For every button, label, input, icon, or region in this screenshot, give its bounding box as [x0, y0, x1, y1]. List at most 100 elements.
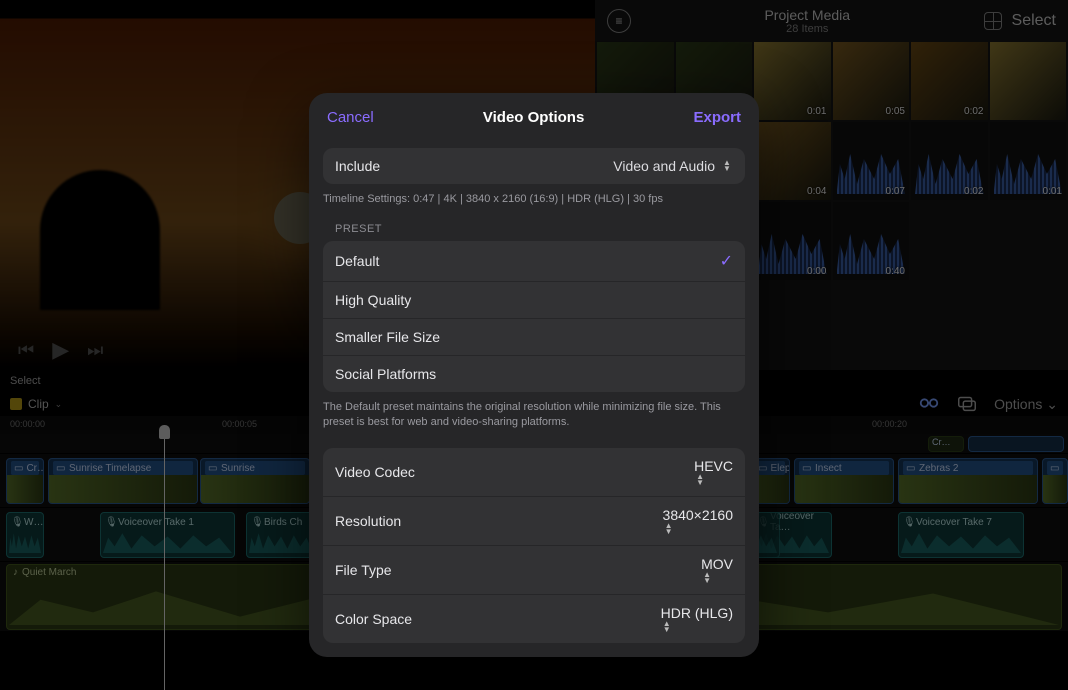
media-thumbnail[interactable]: 0:07: [833, 122, 910, 200]
chevron-updown-icon: [694, 474, 706, 486]
media-thumbnail[interactable]: 0:00: [754, 202, 831, 280]
preset-high-quality[interactable]: High Quality: [323, 282, 745, 319]
preset-label: Social Platforms: [335, 366, 436, 382]
thumb-duration: 0:05: [886, 106, 905, 117]
thumb-duration: 0:01: [807, 106, 826, 117]
mic-icon: 🎙: [251, 517, 261, 527]
video-clip[interactable]: ▭Insect: [794, 458, 894, 504]
select-button[interactable]: Select: [1012, 12, 1056, 30]
setting-label: Video Codec: [335, 464, 415, 480]
timeline-options-button[interactable]: Options ⌄: [994, 396, 1058, 413]
video-icon: ▭: [802, 463, 812, 473]
thumb-duration: 0:04: [807, 186, 826, 197]
video-icon: ▭: [906, 463, 916, 473]
setting-value: 3840×2160: [663, 507, 733, 523]
video-icon: ▭: [208, 463, 218, 473]
setting-label: Color Space: [335, 611, 412, 627]
video-clip[interactable]: ▭Sunrise: [200, 458, 310, 504]
preset-note: The Default preset maintains the origina…: [323, 400, 745, 430]
video-clip[interactable]: ▭: [1042, 458, 1068, 504]
video-clip[interactable]: ▭Zebras 2: [898, 458, 1038, 504]
media-menu-icon[interactable]: ≡: [607, 9, 631, 33]
thumb-duration: 0:01: [1043, 186, 1062, 197]
clip-label: Voiceover Take 1: [118, 517, 194, 528]
mic-icon: 🎙: [105, 517, 115, 527]
chevron-updown-icon: [663, 523, 675, 535]
chevron-updown-icon: [661, 621, 673, 633]
media-thumbnail[interactable]: [990, 42, 1067, 120]
include-value: Video and Audio: [613, 158, 715, 174]
grid-view-icon[interactable]: [984, 12, 1002, 30]
thumb-duration: 0:02: [964, 106, 983, 117]
audio-clip[interactable]: 🎙Birds Ch: [246, 512, 316, 558]
media-thumbnail[interactable]: 0:02: [911, 122, 988, 200]
check-icon: ✓: [720, 251, 733, 271]
clip-label: W…: [24, 517, 43, 528]
timeline-settings-text: Timeline Settings: 0:47 | 4K | 3840 x 21…: [323, 192, 745, 207]
media-thumbnail[interactable]: 0:05: [833, 42, 910, 120]
clip-color-swatch[interactable]: [10, 398, 22, 410]
clip-label: Sunrise: [221, 463, 255, 474]
preset-header: PRESET: [335, 223, 745, 235]
audio-clip[interactable]: 🎙W…: [6, 512, 44, 558]
video-clip[interactable]: ▭Sunrise Timelapse: [48, 458, 198, 504]
setting-label: Resolution: [335, 513, 401, 529]
preset-label: Smaller File Size: [335, 329, 440, 345]
clip-label: Zebras 2: [919, 463, 958, 474]
marker-clip[interactable]: [968, 436, 1064, 452]
video-icon: ▭: [14, 463, 23, 473]
next-frame-button[interactable]: ⏭: [87, 340, 103, 361]
media-thumbnail[interactable]: 0:01: [990, 122, 1067, 200]
setting-value: HDR (HLG): [661, 605, 733, 621]
clip-label: Elephant: [770, 463, 790, 474]
modal-title: Video Options: [483, 109, 584, 126]
cancel-button[interactable]: Cancel: [327, 109, 374, 126]
mic-icon: 🎙: [11, 517, 21, 527]
audio-clip[interactable]: 🎙Voiceover Take 1: [100, 512, 235, 558]
include-label: Include: [335, 158, 380, 174]
setting-video-codec[interactable]: Video CodecHEVC: [323, 448, 745, 497]
clip-label: Insect: [815, 463, 842, 474]
thumb-duration: 0:02: [964, 186, 983, 197]
mic-icon: 🎙: [903, 517, 913, 527]
audio-clip[interactable]: 🎙Voiceover Take 7: [898, 512, 1024, 558]
video-icon: ▭: [1050, 463, 1059, 473]
export-button[interactable]: Export: [693, 109, 741, 126]
clip-label: Sunrise Timelapse: [69, 463, 151, 474]
music-note-icon: ♪: [13, 567, 18, 578]
thumb-duration: 0:40: [886, 266, 905, 277]
clip-label: Birds Ch: [264, 517, 302, 528]
media-thumbnail[interactable]: 0:40: [833, 202, 910, 280]
video-options-modal: Cancel Video Options Export Include Vide…: [309, 93, 759, 657]
setting-label: File Type: [335, 562, 392, 578]
media-thumbnail[interactable]: 0:01: [754, 42, 831, 120]
marker-clip[interactable]: Cr…: [928, 436, 964, 452]
overlay-icon[interactable]: [956, 392, 978, 417]
thumb-duration: 0:00: [807, 266, 826, 277]
setting-color-space[interactable]: Color Space HDR (HLG): [323, 595, 745, 643]
setting-resolution[interactable]: Resolution 3840×2160: [323, 497, 745, 546]
play-button[interactable]: ▶: [52, 337, 69, 363]
preset-label: High Quality: [335, 292, 411, 308]
video-icon: ▭: [758, 463, 767, 473]
include-row[interactable]: Include Video and Audio: [323, 148, 745, 184]
video-clip[interactable]: ▭Cr…: [6, 458, 44, 504]
preset-smaller-file-size[interactable]: Smaller File Size: [323, 319, 745, 356]
playhead[interactable]: [164, 425, 165, 690]
link-icon[interactable]: [918, 392, 940, 417]
setting-file-type[interactable]: File TypeMOV: [323, 546, 745, 595]
preset-label: Default: [335, 253, 379, 269]
preset-social-platforms[interactable]: Social Platforms: [323, 356, 745, 392]
media-thumbnail[interactable]: 0:04: [754, 122, 831, 200]
media-thumbnail[interactable]: 0:02: [911, 42, 988, 120]
chevron-updown-icon: [701, 572, 713, 584]
prev-frame-button[interactable]: ⏮: [18, 340, 34, 361]
clip-label: Cr…: [26, 463, 44, 474]
clip-label[interactable]: Clip: [28, 397, 49, 411]
media-title: Project Media 28 Items: [631, 7, 984, 35]
chevron-updown-icon: [721, 160, 733, 172]
video-icon: ▭: [56, 463, 66, 473]
clip-label: Voiceover Take 7: [916, 517, 992, 528]
preset-default[interactable]: Default ✓: [323, 241, 745, 282]
thumb-duration: 0:07: [886, 186, 905, 197]
